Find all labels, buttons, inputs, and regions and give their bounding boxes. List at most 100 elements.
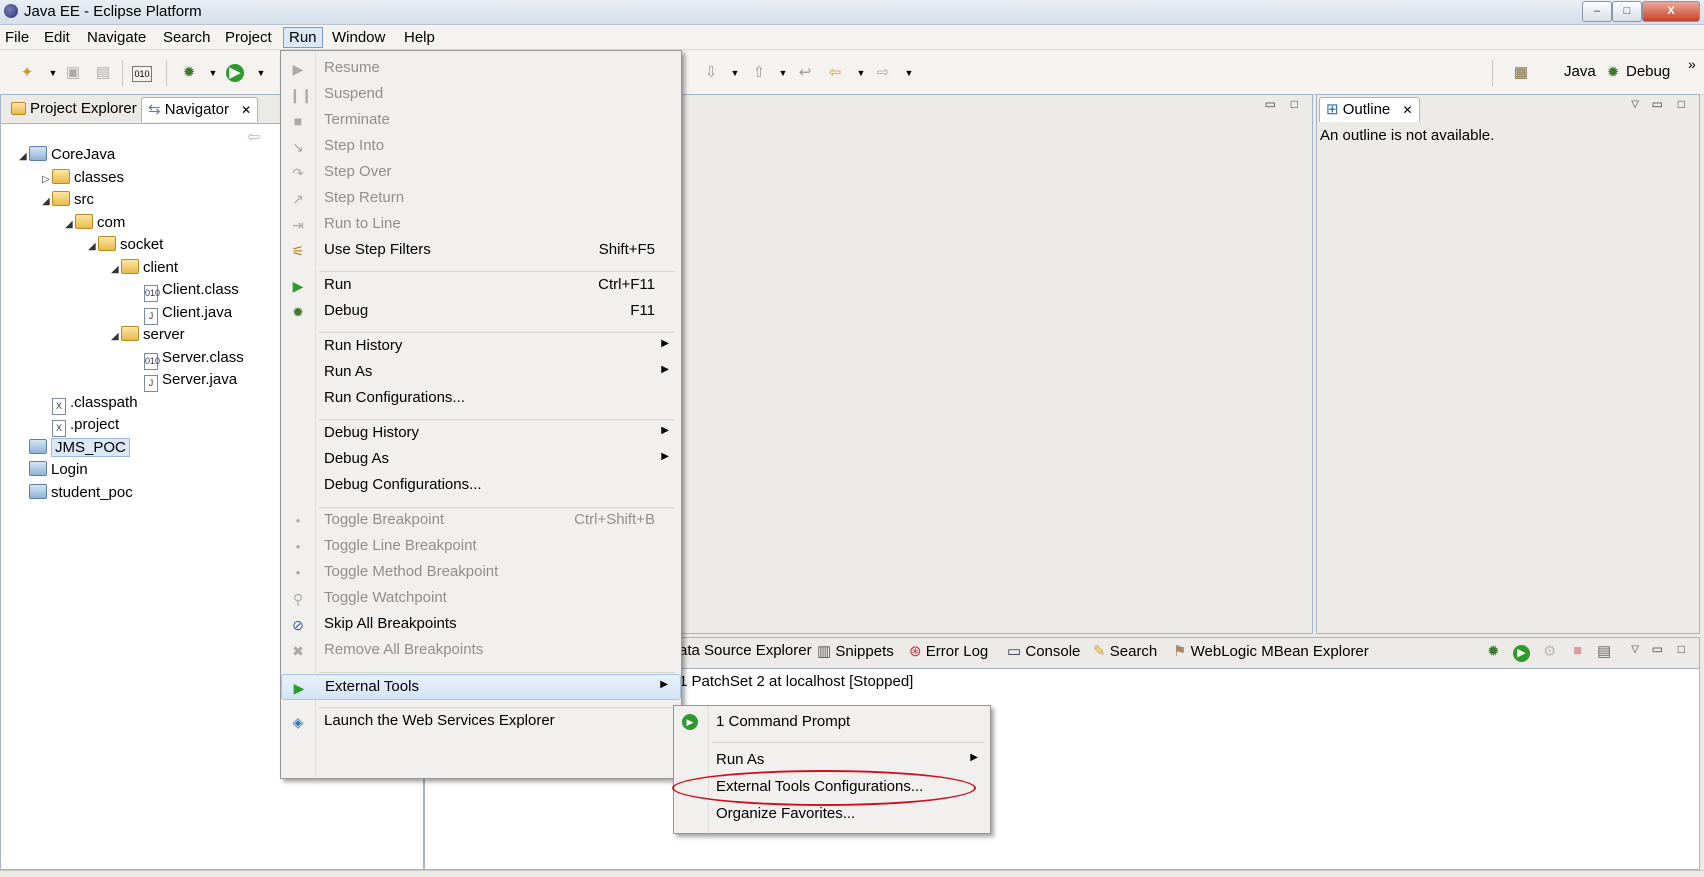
menu-item-toggle-line-breakpoint[interactable]: ● Toggle Line Breakpoint <box>281 534 681 560</box>
expand-toggle-icon[interactable]: ◢ <box>111 260 121 280</box>
dropdown-icon[interactable]: ▼ <box>44 64 62 82</box>
menu-item-skip-all-breakpoints[interactable]: ⊘ Skip All Breakpoints <box>281 612 681 638</box>
tree-item[interactable]: X .classpath <box>42 393 138 415</box>
tree-item[interactable]: ◢ src <box>42 190 94 210</box>
close-tab-icon[interactable]: ✕ <box>1402 103 1412 117</box>
menu-navigate[interactable]: Navigate <box>82 28 151 47</box>
minimize-button[interactable]: ‒ <box>1582 1 1612 22</box>
expand-toggle-icon[interactable]: ◢ <box>88 237 98 257</box>
tree-item[interactable]: 010 Client.class <box>134 280 239 302</box>
maximize-icon[interactable]: □ <box>1678 642 1685 656</box>
menu-project[interactable]: Project <box>220 28 277 47</box>
expand-toggle-icon[interactable]: ◢ <box>19 147 29 167</box>
view-menu-icon[interactable]: ▽ <box>1631 644 1639 655</box>
expand-toggle-icon[interactable]: ▷ <box>42 170 52 190</box>
dropdown-icon[interactable]: ▼ <box>252 64 270 82</box>
tree-item[interactable]: ◢ com <box>65 213 125 233</box>
prev-annotation-icon[interactable]: ⇧ <box>750 64 768 82</box>
tree-item[interactable]: Login <box>19 460 88 480</box>
close-tab-icon[interactable]: ✕ <box>241 103 251 117</box>
menu-item-suspend[interactable]: ❙❙ Suspend <box>281 82 681 108</box>
new-icon[interactable]: ✦ <box>18 64 36 82</box>
tab-data-source-explorer[interactable]: ata Source Explorer <box>679 642 812 659</box>
menu-item-step-over[interactable]: ↷ Step Over <box>281 160 681 186</box>
menu-item-resume[interactable]: ▶ Resume <box>281 56 681 82</box>
expand-toggle-icon[interactable]: ◢ <box>111 327 121 347</box>
tab-outline[interactable]: ⊞ Outline ✕ <box>1319 97 1420 122</box>
debug-server-icon[interactable]: ✹ <box>1487 642 1500 660</box>
publish-icon[interactable]: ▤ <box>1597 642 1611 660</box>
menu-search[interactable]: Search <box>158 28 216 47</box>
debug-icon[interactable]: ✹ <box>180 64 198 82</box>
minimize-icon[interactable]: ▭ <box>1265 97 1276 111</box>
tree-item[interactable]: JMS_POC <box>19 437 130 458</box>
menu-item-debug-configurations[interactable]: Debug Configurations... <box>281 473 681 499</box>
menu-item-command-prompt[interactable]: ▶ 1 Command Prompt <box>674 710 990 736</box>
debug-perspective-icon[interactable]: ✹ <box>1604 64 1622 82</box>
close-button[interactable]: X <box>1642 1 1700 22</box>
more-perspectives-icon[interactable]: » <box>1688 56 1696 72</box>
tree-item[interactable]: ▷ classes <box>42 168 124 188</box>
dropdown-icon[interactable]: ▼ <box>900 64 918 82</box>
back-icon[interactable]: ⇦ <box>826 64 844 82</box>
tab-weblogic-mbean-explorer[interactable]: ⚑ WebLogic MBean Explorer <box>1173 642 1369 660</box>
menu-item-use-step-filters[interactable]: ⚟ Use Step Filters Shift+F5 <box>281 238 681 264</box>
tree-item[interactable]: ◢ socket <box>88 235 163 255</box>
tab-snippets[interactable]: ▥ Snippets <box>817 642 894 660</box>
tab-search[interactable]: ✎ Search <box>1093 642 1157 660</box>
menu-item-launch-the-web-services-explorer[interactable]: ◈ Launch the Web Services Explorer <box>281 709 681 735</box>
run-icon[interactable]: ▶ <box>226 64 244 82</box>
menu-window[interactable]: Window <box>327 28 390 47</box>
menu-item-step-into[interactable]: ↘ Step Into <box>281 134 681 160</box>
dropdown-icon[interactable]: ▼ <box>726 64 744 82</box>
expand-toggle-icon[interactable]: ◢ <box>65 215 75 235</box>
menu-item-run-configurations[interactable]: Run Configurations... <box>281 386 681 412</box>
server-status[interactable]: 1 PatchSet 2 at localhost [Stopped] <box>679 673 913 690</box>
debug-perspective-button[interactable]: Debug <box>1626 63 1670 80</box>
tab-error-log[interactable]: ⊛ Error Log <box>909 642 988 660</box>
tab-project-explorer[interactable]: Project Explorer <box>5 97 143 121</box>
dropdown-icon[interactable]: ▼ <box>204 64 222 82</box>
menu-item-run-to-line[interactable]: ⇥ Run to Line <box>281 212 681 238</box>
tree-item[interactable]: ◢ client <box>111 258 178 278</box>
start-server-icon[interactable]: ▶ <box>1513 645 1530 662</box>
menu-item-remove-all-breakpoints[interactable]: ✖ Remove All Breakpoints <box>281 638 681 664</box>
profile-server-icon[interactable]: ⚙ <box>1543 642 1556 660</box>
print-icon[interactable]: ▤ <box>94 64 112 82</box>
menu-file[interactable]: File <box>0 28 34 47</box>
next-annotation-icon[interactable]: ⇩ <box>702 64 720 82</box>
menu-run[interactable]: Run <box>283 27 323 48</box>
expand-toggle-icon[interactable]: ◢ <box>42 192 52 212</box>
menu-item-terminate[interactable]: ■ Terminate <box>281 108 681 134</box>
menu-edit[interactable]: Edit <box>39 28 75 47</box>
back-icon[interactable]: ⇦ <box>247 127 260 147</box>
menu-item-toggle-method-breakpoint[interactable]: ● Toggle Method Breakpoint <box>281 560 681 586</box>
java-perspective-icon[interactable]: ▦ <box>1512 64 1530 82</box>
menu-item-debug-history[interactable]: Debug History ▶ <box>281 421 681 447</box>
menu-item-toggle-watchpoint[interactable]: ⚲ Toggle Watchpoint <box>281 586 681 612</box>
tree-item[interactable]: J Server.java <box>134 370 237 392</box>
menu-help[interactable]: Help <box>399 28 440 47</box>
stop-server-icon[interactable]: ■ <box>1573 642 1582 659</box>
dropdown-icon[interactable]: ▼ <box>774 64 792 82</box>
menu-item-run[interactable]: ▶ Run Ctrl+F11 <box>281 273 681 299</box>
binary-icon[interactable]: 010 <box>132 66 152 82</box>
save-icon[interactable]: ▣ <box>64 64 82 82</box>
maximize-icon[interactable]: □ <box>1678 97 1685 111</box>
menu-item-external-tools[interactable]: ▶ External Tools ▶ <box>281 673 681 700</box>
tree-item[interactable]: X .project <box>42 415 119 437</box>
menu-item-debug[interactable]: ✹ Debug F11 <box>281 299 681 325</box>
tree-item[interactable]: ◢ server <box>111 325 185 345</box>
maximize-icon[interactable]: □ <box>1291 97 1298 111</box>
tree-item[interactable]: J Client.java <box>134 303 232 325</box>
tree-item[interactable]: ◢ CoreJava <box>19 145 115 165</box>
minimize-icon[interactable]: ▭ <box>1652 97 1663 111</box>
maximize-button[interactable]: □ <box>1612 1 1642 22</box>
dropdown-icon[interactable]: ▼ <box>852 64 870 82</box>
menu-item-run-as[interactable]: Run As ▶ <box>281 360 681 386</box>
tab-navigator[interactable]: ⇆ Navigator ✕ <box>141 97 259 122</box>
tab-console[interactable]: ▭ Console <box>1007 642 1080 660</box>
last-edit-icon[interactable]: ↩ <box>796 64 814 82</box>
java-perspective-button[interactable]: Java <box>1564 63 1596 80</box>
menu-item-toggle-breakpoint[interactable]: ● Toggle Breakpoint Ctrl+Shift+B <box>281 508 681 534</box>
